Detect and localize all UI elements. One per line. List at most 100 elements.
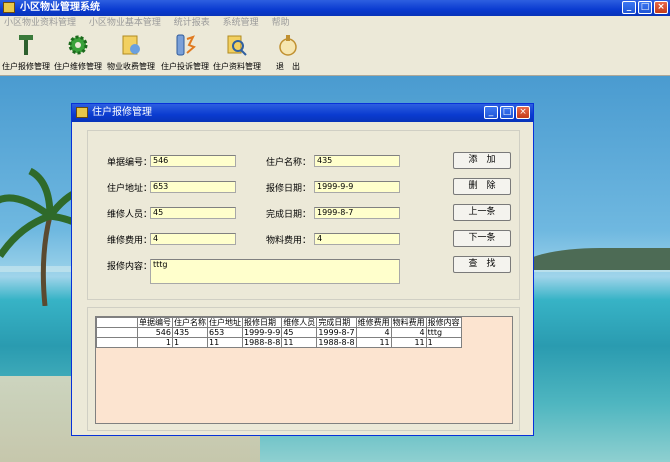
dialog-icon (76, 107, 88, 118)
maximize-button[interactable]: □ (638, 1, 652, 14)
dialog-maximize-button[interactable]: □ (500, 106, 514, 119)
dialog-titlebar[interactable]: 住户报修管理 _ □ × (72, 104, 533, 122)
row-header[interactable] (96, 337, 138, 348)
finish-date-label: 完成日期： (266, 210, 312, 220)
billing-icon (122, 35, 140, 55)
menu-item-reports[interactable]: 统计报表 (174, 18, 210, 28)
column-header[interactable]: 物料费用 (390, 317, 427, 328)
grid-panel: 单据编号 住户名称 住户地址 报修日期 维修人员 完成日期 维修费用 物料费用 … (87, 307, 520, 431)
column-header[interactable]: 报修内容 (425, 317, 462, 328)
column-header[interactable]: 单据编号 (137, 317, 173, 328)
material-fee-label: 物料费用： (266, 236, 312, 246)
table-cell[interactable]: 11 (281, 337, 318, 348)
table-cell[interactable]: 1999-8-7 (316, 327, 357, 338)
table-cell[interactable]: 4 (355, 327, 392, 338)
table-cell[interactable]: 11 (355, 337, 392, 348)
form-panel: 单据编号： 546 住户地址： 653 维修人员： 45 维修费用： 4 报修内… (87, 130, 520, 300)
toolbar-label: 退 出 (276, 62, 300, 71)
menu-item-resident-data[interactable]: 小区物业资料管理 (4, 18, 76, 28)
toolbar-label: 物业收费管理 (107, 62, 155, 71)
table-cell[interactable]: 45 (281, 327, 318, 338)
toolbar-label: 住户维修管理 (54, 62, 102, 71)
complaint-icon (176, 34, 196, 56)
table-cell[interactable]: 1999-9-9 (241, 327, 283, 338)
toolbar-repair-report[interactable]: 住户报修管理 (0, 33, 54, 72)
dialog-close-button[interactable]: × (516, 106, 530, 119)
table-header-row: 单据编号 住户名称 住户地址 报修日期 维修人员 完成日期 维修费用 物料费用 … (96, 317, 462, 328)
dialog-title: 住户报修管理 (92, 107, 152, 118)
dialog-minimize-button[interactable]: _ (484, 106, 498, 119)
content-field[interactable]: tttg (150, 259, 400, 284)
column-header[interactable]: 报修日期 (241, 317, 283, 328)
table-cell[interactable]: 11 (390, 337, 427, 348)
prev-button[interactable]: 上一条 (453, 204, 511, 221)
toolbar-resident-data[interactable]: 住户资料管理 (209, 33, 265, 72)
toolbar-repair-maintenance[interactable]: 住户维修管理 (50, 33, 106, 72)
menu-item-basic[interactable]: 小区物业基本管理 (89, 18, 161, 28)
finish-date-field[interactable]: 1999-8-7 (314, 207, 400, 219)
column-header[interactable]: 维修费用 (355, 317, 392, 328)
app-icon (3, 2, 15, 13)
repair-person-label: 维修人员： (107, 210, 153, 220)
table-cell[interactable]: 653 (207, 327, 243, 338)
gear-icon (68, 35, 88, 55)
table-cell[interactable]: 11 (207, 337, 243, 348)
menu-bar: 小区物业资料管理 小区物业基本管理 统计报表 系统管理 帮助 (0, 16, 670, 31)
data-grid[interactable]: 单据编号 住户名称 住户地址 报修日期 维修人员 完成日期 维修费用 物料费用 … (95, 316, 513, 424)
window-controls: _ □ × (622, 1, 668, 14)
add-button[interactable]: 添 加 (453, 152, 511, 169)
table-cell[interactable]: 1988-8-8 (316, 337, 357, 348)
toolbar-exit[interactable]: 退 出 (260, 33, 316, 72)
column-header[interactable]: 完成日期 (316, 317, 357, 328)
app-titlebar[interactable]: 小区物业管理系统 _ □ × (0, 0, 670, 16)
address-field[interactable]: 653 (150, 181, 236, 193)
table-cell[interactable]: tttg (425, 327, 462, 338)
repair-person-field[interactable]: 45 (150, 207, 236, 219)
table-cell[interactable]: 435 (172, 327, 208, 338)
table-cell[interactable]: 4 (390, 327, 427, 338)
table-cell[interactable]: 1988-8-8 (241, 337, 283, 348)
island (520, 248, 670, 270)
toolbar-label: 住户资料管理 (213, 62, 261, 71)
toolbar-label: 住户投诉管理 (161, 62, 209, 71)
material-fee-field[interactable]: 4 (314, 233, 400, 245)
toolbar: 住户报修管理 住户维修管理 物业收费管理 住户投诉管理 住户资料管理 退 出 (0, 31, 670, 76)
next-button[interactable]: 下一条 (453, 230, 511, 247)
content-label: 报修内容： (107, 262, 153, 272)
table-row[interactable]: 1 1 11 1988-8-8 11 1988-8-8 11 11 1 (96, 337, 462, 348)
hammer-icon (19, 35, 33, 55)
bill-no-field[interactable]: 546 (150, 155, 236, 167)
row-header[interactable] (96, 327, 138, 338)
search-icon (227, 35, 247, 56)
find-button[interactable]: 查 找 (453, 256, 511, 273)
toolbar-label: 住户报修管理 (2, 62, 50, 71)
delete-button[interactable]: 删 除 (453, 178, 511, 195)
menu-item-help[interactable]: 帮助 (272, 18, 290, 28)
menu-item-system[interactable]: 系统管理 (223, 18, 259, 28)
repair-dialog: 住户报修管理 _ □ × 单据编号： 546 住户地址： 653 维修人员： 4… (71, 103, 534, 436)
table-cell[interactable]: 1 (172, 337, 208, 348)
report-date-field[interactable]: 1999-9-9 (314, 181, 400, 193)
records-table: 单据编号 住户名称 住户地址 报修日期 维修人员 完成日期 维修费用 物料费用 … (96, 317, 462, 348)
table-row[interactable]: 546 435 653 1999-9-9 45 1999-8-7 4 4 ttt… (96, 327, 462, 338)
name-label: 住户名称： (266, 158, 312, 168)
app-title: 小区物业管理系统 (20, 2, 100, 13)
name-field[interactable]: 435 (314, 155, 400, 167)
exit-icon (279, 35, 297, 56)
minimize-button[interactable]: _ (622, 1, 636, 14)
toolbar-billing[interactable]: 物业收费管理 (103, 33, 159, 72)
column-header[interactable]: 维修人员 (281, 317, 318, 328)
column-header[interactable]: 住户地址 (207, 317, 243, 328)
toolbar-complaint[interactable]: 住户投诉管理 (157, 33, 213, 72)
bill-no-label: 单据编号： (107, 158, 153, 168)
table-cell[interactable]: 1 (425, 337, 462, 348)
column-header[interactable]: 住户名称 (172, 317, 208, 328)
table-cell[interactable]: 546 (137, 327, 173, 338)
close-button[interactable]: × (654, 1, 668, 14)
table-cell[interactable]: 1 (137, 337, 173, 348)
repair-fee-label: 维修费用： (107, 236, 153, 246)
repair-fee-field[interactable]: 4 (150, 233, 236, 245)
row-header-corner (96, 317, 138, 328)
report-date-label: 报修日期： (266, 184, 312, 194)
dialog-window-controls: _ □ × (484, 106, 530, 119)
